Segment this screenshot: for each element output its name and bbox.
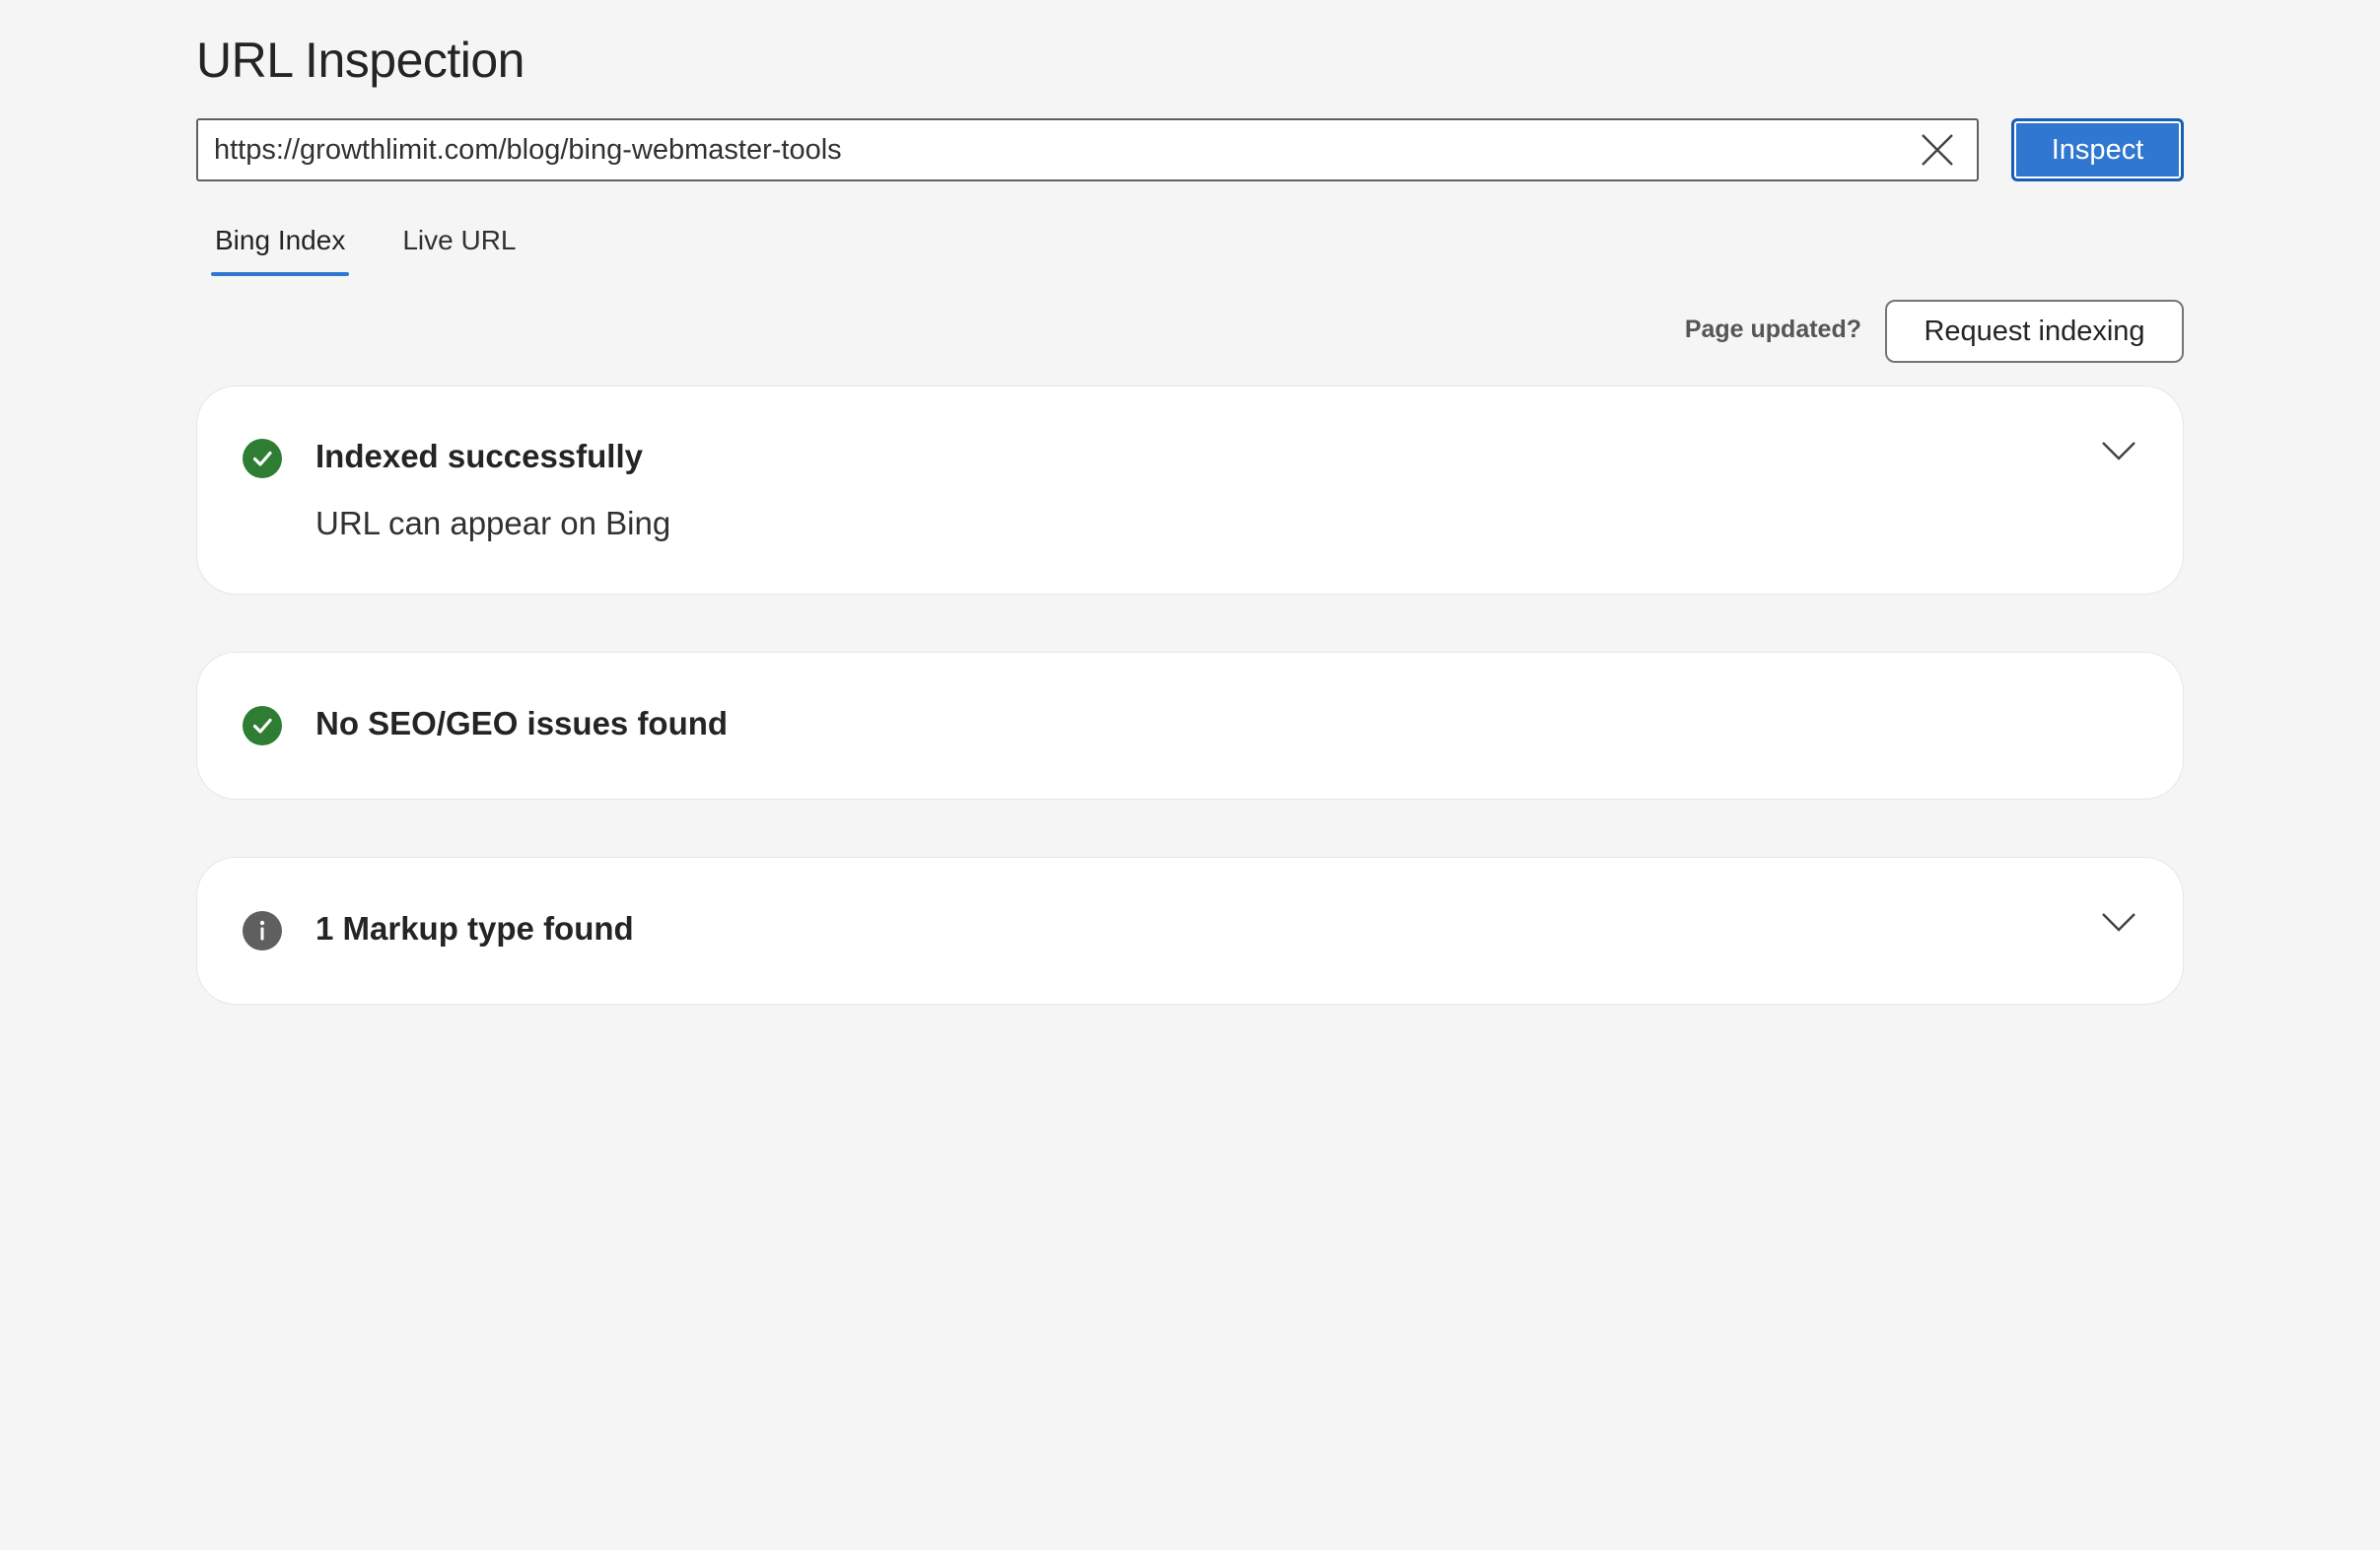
- url-input[interactable]: [198, 120, 1906, 179]
- chevron-down-icon: [2102, 913, 2135, 932]
- inspect-button[interactable]: Inspect: [2011, 118, 2184, 181]
- info-icon: [243, 911, 282, 951]
- card-subtext: URL can appear on Bing: [315, 505, 671, 541]
- close-icon: [1922, 134, 1953, 166]
- clear-button[interactable]: [1906, 120, 1969, 179]
- card-heading: 1 Markup type found: [315, 910, 634, 947]
- chevron-down-icon: [2102, 442, 2135, 460]
- page-title: URL Inspection: [196, 33, 525, 88]
- tab-live-url[interactable]: Live URL: [398, 217, 520, 276]
- url-inspection-page: URL Inspection Inspect Bing Index Live U…: [0, 0, 2380, 1550]
- request-indexing-button[interactable]: Request indexing: [1885, 300, 2184, 363]
- card-heading: Indexed successfully: [315, 438, 643, 474]
- card-heading: No SEO/GEO issues found: [315, 705, 729, 741]
- indexed-status-card[interactable]: Indexed successfully URL can appear on B…: [196, 386, 2184, 595]
- expand-button[interactable]: [2094, 431, 2143, 470]
- tab-bar: Bing Index Live URL: [211, 217, 521, 276]
- tab-bing-index[interactable]: Bing Index: [211, 217, 350, 276]
- url-search-box: [196, 118, 1979, 181]
- seo-issues-card: No SEO/GEO issues found: [196, 652, 2184, 800]
- expand-button[interactable]: [2094, 902, 2143, 942]
- check-circle-icon: [243, 706, 282, 745]
- check-circle-icon: [243, 439, 282, 478]
- page-updated-label: Page updated?: [1684, 316, 1861, 343]
- markup-card[interactable]: 1 Markup type found: [196, 857, 2184, 1005]
